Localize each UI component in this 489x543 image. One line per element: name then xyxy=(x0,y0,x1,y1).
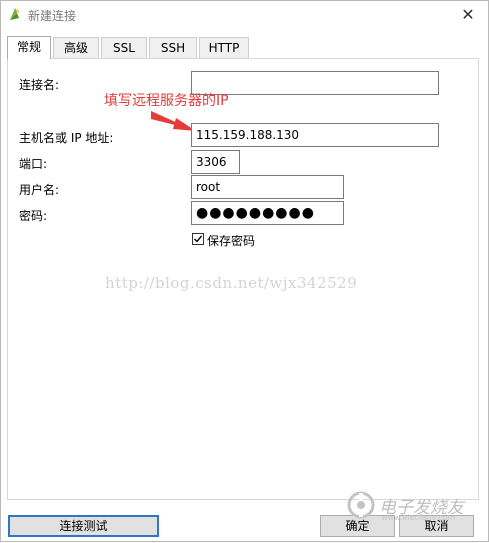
annotation-arrow xyxy=(151,111,196,131)
test-connection-button[interactable]: 连接测试 xyxy=(8,515,159,537)
host-label: 主机名或 IP 地址: xyxy=(19,131,114,145)
save-password-checkbox[interactable] xyxy=(192,233,204,245)
password-masked-value: ●●●●●●●●● xyxy=(196,205,315,221)
host-input[interactable] xyxy=(191,123,439,147)
elecfans-logo-url: www.elecfans.com xyxy=(381,513,456,522)
password-input[interactable]: ●●●●●●●●● xyxy=(191,201,344,225)
tab-general[interactable]: 常规 xyxy=(7,36,51,59)
password-label: 密码: xyxy=(19,209,48,223)
checkmark-icon xyxy=(194,235,203,243)
new-connection-dialog: 新建连接 ✕ 常规 高级 SSL SSH HTTP 连接名: 填写远程服务器的I… xyxy=(0,0,489,542)
port-input[interactable] xyxy=(191,150,240,174)
save-password-label: 保存密码 xyxy=(207,234,256,248)
blog-url-watermark: http://blog.csdn.net/wjx342529 xyxy=(105,274,358,292)
username-input[interactable] xyxy=(191,175,344,199)
elecfans-logo-icon xyxy=(347,491,375,519)
elecfans-logo-watermark: 电子发烧友 www.elecfans.com xyxy=(345,489,480,522)
port-label: 端口: xyxy=(19,157,48,171)
username-label: 用户名: xyxy=(19,183,60,197)
